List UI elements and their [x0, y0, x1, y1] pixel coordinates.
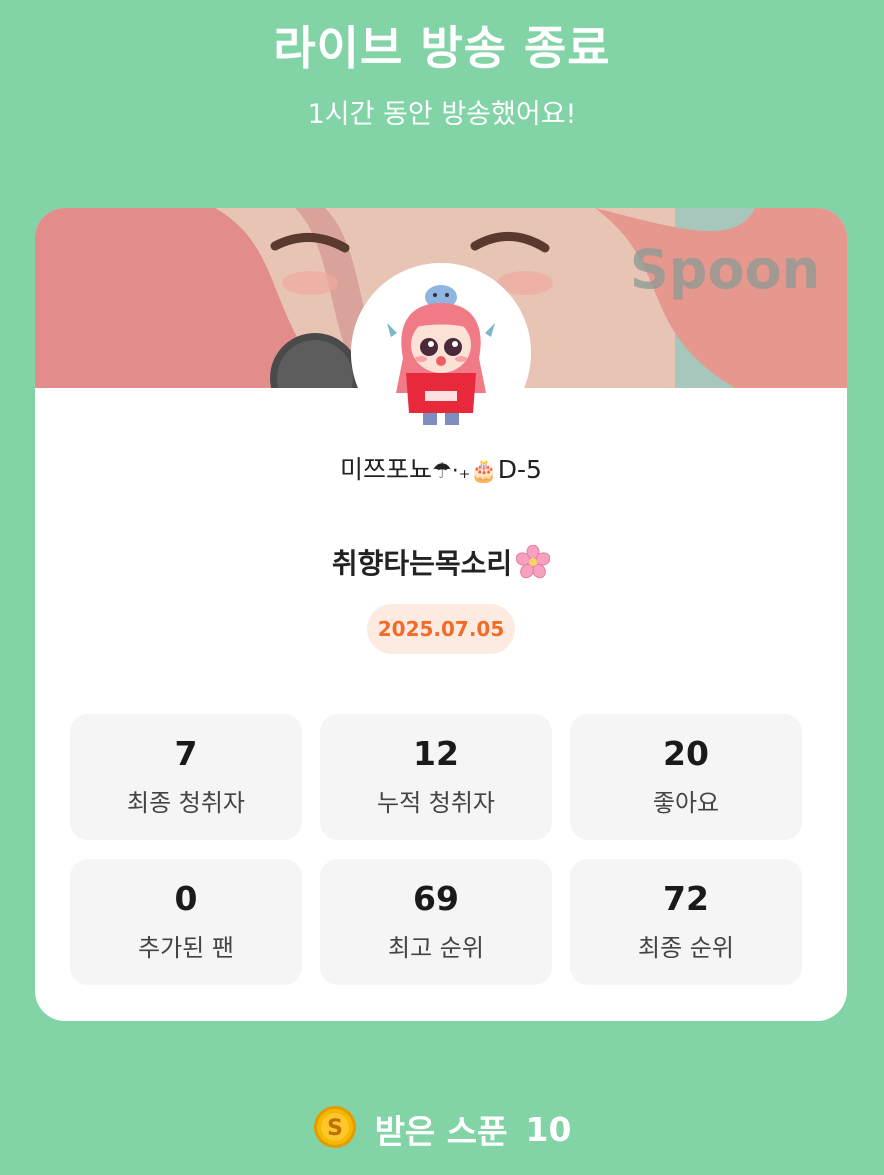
stat-value: 72 — [663, 879, 709, 919]
stat-label: 최고 순위 — [388, 933, 484, 962]
stat-value: 12 — [413, 734, 459, 774]
stat-value: 7 — [174, 734, 198, 774]
stat-total-listeners: 12 누적 청취자 — [320, 714, 552, 840]
broadcast-stats-grid: 7 최종 청취자 12 누적 청취자 20 좋아요 0 추가된 팬 69 최고 … — [70, 714, 804, 985]
spoon-watermark: Spoon — [630, 238, 820, 301]
received-spoons-count: 10 — [525, 1109, 572, 1149]
page-subtitle: 1시간 동안 방송했어요! — [307, 99, 577, 130]
stat-label: 추가된 팬 — [138, 933, 234, 962]
stat-value: 20 — [663, 734, 709, 774]
nickname-emoji: ☂︎·₊🎂 — [432, 459, 498, 484]
nickname-text: 미쯔포뇨 — [340, 455, 433, 484]
stat-label: 누적 청취자 — [376, 788, 496, 817]
stat-value: 0 — [174, 879, 198, 919]
stat-peak-rank: 69 최고 순위 — [320, 859, 552, 985]
streamer-nickname: 미쯔포뇨☂︎·₊🎂D-5 — [35, 450, 847, 486]
page-title: 라이브 방송 종료 — [273, 21, 611, 75]
received-spoons: S 받은 스푼 10 — [0, 1104, 884, 1154]
stat-likes: 20 좋아요 — [570, 714, 802, 840]
received-spoons-label: 받은 스푼 — [374, 1112, 508, 1151]
stat-label: 좋아요 — [652, 788, 720, 817]
stat-final-listeners: 7 최종 청취자 — [70, 714, 302, 840]
spoon-coin-icon: S — [313, 1105, 357, 1153]
stat-value: 69 — [413, 879, 459, 919]
stat-final-rank: 72 최종 순위 — [570, 859, 802, 985]
stat-new-fans: 0 추가된 팬 — [70, 859, 302, 985]
svg-text:S: S — [327, 1116, 343, 1141]
live-title-text: 취향타는목소리 — [331, 547, 513, 580]
nickname-suffix: D-5 — [497, 455, 542, 484]
stat-label: 최종 순위 — [638, 933, 734, 962]
cherry-blossom-icon — [515, 544, 551, 586]
stat-label: 최종 청취자 — [126, 788, 246, 817]
profile-avatar[interactable] — [351, 263, 531, 443]
broadcast-summary-card: Spoon 미쯔포뇨☂︎·₊🎂D-5 취향타는목소리 2025.07.05 7 … — [35, 208, 847, 1021]
live-title: 취향타는목소리 — [35, 542, 847, 586]
broadcast-date-badge: 2025.07.05 — [367, 604, 515, 654]
